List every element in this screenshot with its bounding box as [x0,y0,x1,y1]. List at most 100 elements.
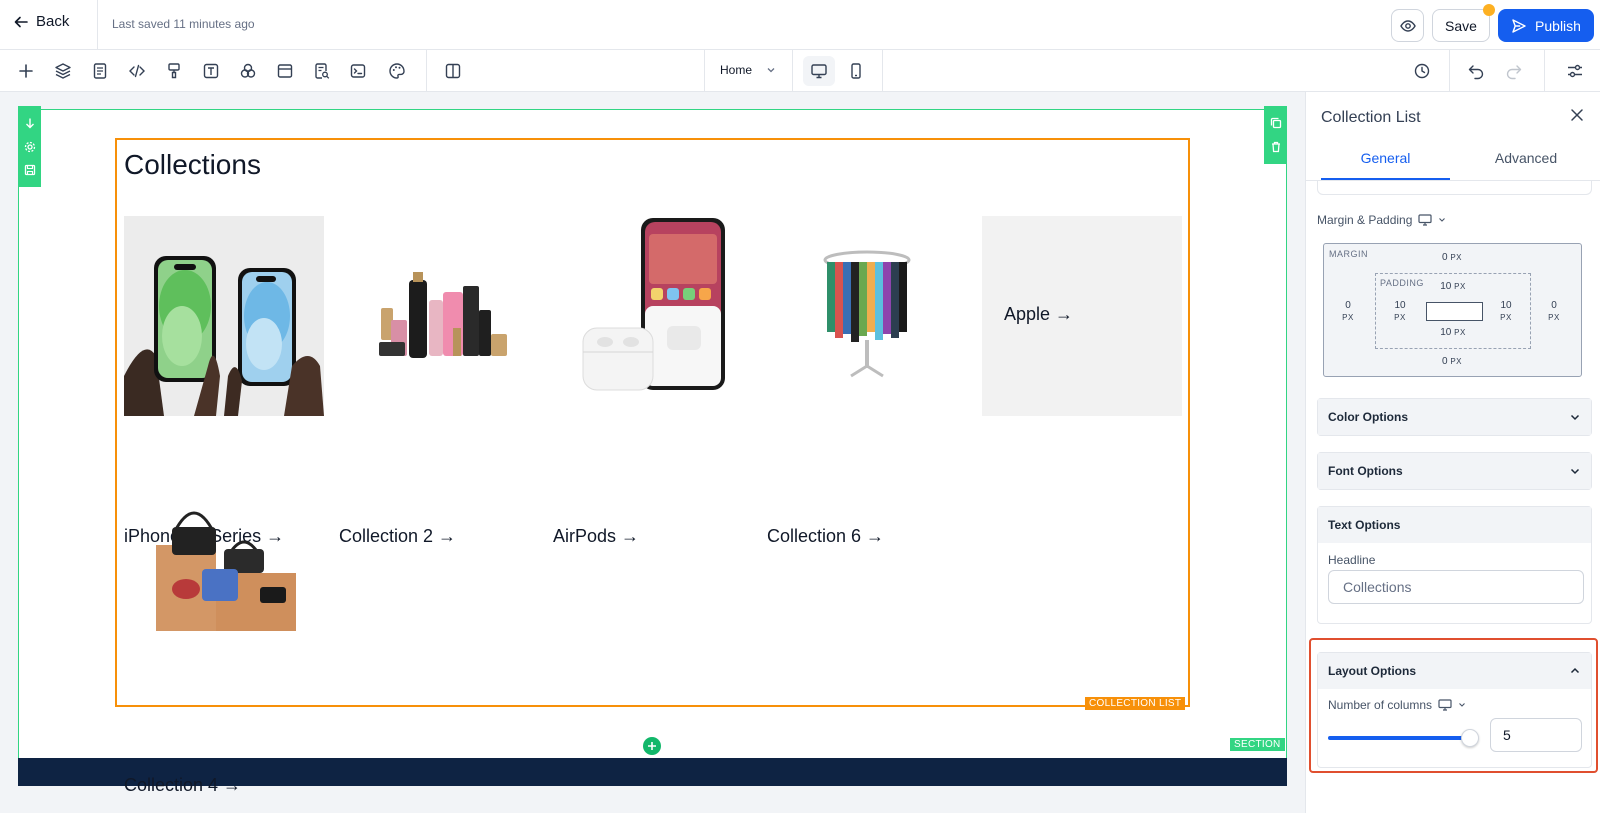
mobile-icon[interactable] [840,56,872,86]
collection-link[interactable]: Collection 6 → [767,526,884,547]
arrow-down-icon[interactable] [24,117,36,129]
accordion-header[interactable]: Text Options [1318,507,1591,543]
margin-bottom-value: 0 [1441,356,1448,367]
padding-top-value: 10 [1440,281,1452,292]
components-icon[interactable] [236,59,260,83]
collection-link[interactable]: Collection 2 → [339,526,456,547]
highlight-box [1309,638,1598,773]
text-options-accordion: Text Options Headline Collections [1317,506,1592,624]
accordion-title: Font Options [1328,464,1403,478]
bags-image [124,463,324,663]
arrow-left-icon [14,16,28,27]
padding-bottom[interactable]: 10 PX [1436,327,1470,339]
divider [1544,50,1545,92]
collection-card[interactable] [767,216,967,416]
page-select-value: Home [720,63,753,77]
preview-button[interactable] [1391,9,1424,42]
content-box [1426,302,1483,321]
collection-card[interactable] [553,216,753,416]
pages-icon[interactable] [88,59,112,83]
divider [426,50,427,92]
palette-icon[interactable] [385,59,409,83]
accordion-header[interactable]: Font Options [1318,453,1591,489]
collection-card[interactable]: Apple → [982,216,1182,416]
padding-bottom-value: 10 [1440,327,1452,338]
collection-list-tag: COLLECTION LIST [1085,697,1186,710]
accordion-title: Color Options [1328,410,1408,424]
gear-icon[interactable] [24,141,36,153]
page-select[interactable]: Home [720,63,776,77]
last-saved-status: Last saved 11 minutes ago [112,17,255,31]
desktop-icon[interactable] [803,56,835,86]
chevron-down-icon[interactable] [1438,216,1446,224]
tab-general[interactable]: General [1321,150,1450,180]
margin-bottom[interactable]: 0 PX [1439,356,1465,368]
padding-box: PADDING 10 PX 10 PX 10 PX 10 PX [1375,273,1531,349]
settings-sliders-icon[interactable] [1563,59,1587,83]
add-section-button[interactable] [643,737,661,755]
top-bar: Back Last saved 11 minutes ago Save Publ… [0,0,1600,50]
padding-right-value: 10 [1500,300,1512,311]
section-tag: SECTION [1230,738,1285,751]
split-view-icon[interactable] [441,59,465,83]
font-options-accordion[interactable]: Font Options [1317,452,1592,490]
margin-right[interactable]: 0 PX [1544,300,1564,324]
unit: PX [1454,328,1466,337]
unit: PX [1450,253,1462,262]
margin-top[interactable]: 0 PX [1439,252,1465,264]
tab-advanced[interactable]: Advanced [1461,150,1591,180]
terminal-icon[interactable] [346,59,370,83]
unsaved-indicator [1483,4,1495,16]
padding-top[interactable]: 10 PX [1436,281,1470,293]
margin-box: MARGIN 0 PX 0 PX 0 PX 0 PX PADDING 10 PX 1… [1323,243,1582,377]
editor-canvas: Collections iPhone 15 Series [0,92,1305,813]
padding-tag: PADDING [1380,278,1424,288]
back-button[interactable]: Back [14,13,69,30]
accordion-header[interactable]: Color Options [1318,399,1591,435]
chevron-down-icon [767,68,775,73]
paint-icon[interactable] [162,59,186,83]
unit: PX [1548,313,1560,322]
section-controls-right [1264,106,1287,164]
seo-icon[interactable] [310,59,334,83]
collection-link[interactable]: Collection 4 → [124,775,241,796]
add-icon[interactable] [14,59,38,83]
redo-icon[interactable] [1502,59,1526,83]
back-label: Back [36,13,70,30]
collection-card[interactable] [339,216,539,416]
margin-top-value: 0 [1441,252,1448,263]
accordion-title: Text Options [1328,518,1401,532]
trash-icon[interactable] [1270,141,1282,153]
collection-card[interactable] [124,463,324,663]
unit: PX [1394,313,1406,322]
collection-link[interactable]: AirPods → [553,526,639,547]
collection-card[interactable] [124,216,324,416]
collection-link[interactable]: Apple → [1004,304,1073,325]
close-icon[interactable] [1568,106,1586,124]
text-icon[interactable] [199,59,223,83]
save-button[interactable]: Save [1432,9,1490,42]
unit: PX [1454,282,1466,291]
unit: PX [1342,313,1354,322]
padding-left[interactable]: 10 PX [1386,300,1414,324]
input-field[interactable] [1317,181,1592,195]
code-icon[interactable] [125,59,149,83]
margin-padding-label: Margin & Padding [1317,213,1446,227]
history-icon[interactable] [1410,59,1434,83]
headline-label: Headline [1328,553,1376,567]
headline-input[interactable]: Collections [1328,570,1584,604]
publish-button[interactable]: Publish [1498,9,1594,42]
color-options-accordion[interactable]: Color Options [1317,398,1592,436]
desktop-icon[interactable] [1418,214,1432,226]
airpods-image [553,216,753,416]
divider [792,50,793,92]
padding-right[interactable]: 10 PX [1492,300,1520,324]
layout-icon[interactable] [273,59,297,83]
editor-toolbar: Home [0,50,1600,92]
layers-icon[interactable] [51,59,75,83]
copy-icon[interactable] [1270,117,1282,129]
margin-left[interactable]: 0 PX [1338,300,1358,324]
save-icon[interactable] [24,164,36,176]
undo-icon[interactable] [1464,59,1488,83]
cosmetics-image [339,216,539,416]
